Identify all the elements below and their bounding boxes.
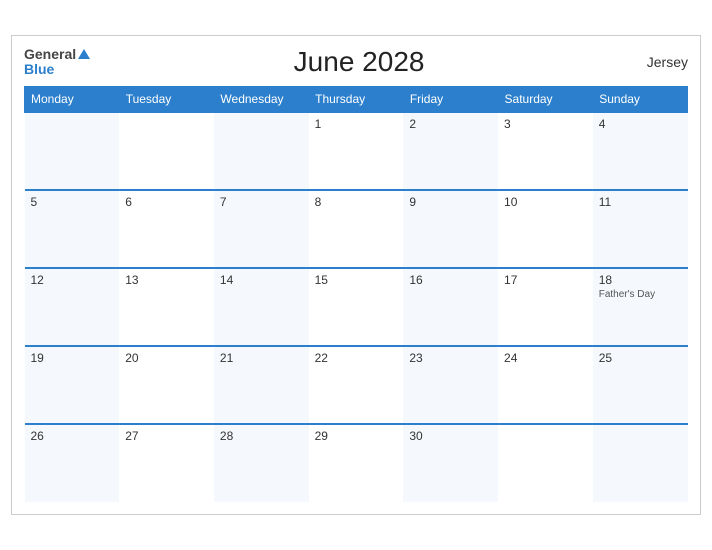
day-number: 3: [504, 117, 587, 131]
day-number: 9: [409, 195, 492, 209]
calendar-day-cell: 29: [309, 424, 404, 502]
calendar-day-cell: 2: [403, 112, 498, 190]
calendar-day-cell: 5: [25, 190, 120, 268]
calendar-header: General Blue June 2028 Jersey: [24, 46, 688, 78]
calendar-week-row: 12 13 14 15 16 17 18 Father's Day: [25, 268, 688, 346]
logo: General Blue: [24, 47, 90, 78]
logo-blue-text: Blue: [24, 61, 54, 77]
calendar-day-cell: [593, 424, 688, 502]
day-number: 12: [31, 273, 114, 287]
calendar-week-row: 26 27 28 29 30: [25, 424, 688, 502]
calendar-day-cell: 3: [498, 112, 593, 190]
day-number: 25: [599, 351, 682, 365]
weekday-header: Thursday: [309, 87, 404, 113]
calendar-day-cell: [498, 424, 593, 502]
day-number: 21: [220, 351, 303, 365]
calendar-title: June 2028: [90, 46, 628, 78]
calendar-day-cell: 20: [119, 346, 214, 424]
calendar-day-cell: 21: [214, 346, 309, 424]
day-number: 27: [125, 429, 208, 443]
day-event-label: Father's Day: [599, 289, 682, 300]
day-number: 11: [599, 195, 682, 209]
calendar-day-cell: 12: [25, 268, 120, 346]
day-number: 5: [31, 195, 114, 209]
calendar-day-cell: 22: [309, 346, 404, 424]
day-number: 2: [409, 117, 492, 131]
day-number: 1: [315, 117, 398, 131]
calendar-container: General Blue June 2028 Jersey MondayTues…: [11, 35, 701, 515]
calendar-day-cell: 4: [593, 112, 688, 190]
day-number: 20: [125, 351, 208, 365]
calendar-day-cell: 27: [119, 424, 214, 502]
calendar-day-cell: [119, 112, 214, 190]
day-number: 30: [409, 429, 492, 443]
calendar-day-cell: 13: [119, 268, 214, 346]
calendar-day-cell: 19: [25, 346, 120, 424]
day-number: 6: [125, 195, 208, 209]
calendar-day-cell: 10: [498, 190, 593, 268]
day-number: 7: [220, 195, 303, 209]
calendar-day-cell: 25: [593, 346, 688, 424]
calendar-day-cell: 1: [309, 112, 404, 190]
day-number: 15: [315, 273, 398, 287]
day-number: 10: [504, 195, 587, 209]
calendar-week-row: 56789 10 11: [25, 190, 688, 268]
logo-triangle-icon: [78, 49, 90, 59]
day-number: 28: [220, 429, 303, 443]
calendar-day-cell: 28: [214, 424, 309, 502]
calendar-day-cell: 16: [403, 268, 498, 346]
calendar-week-row: 1234: [25, 112, 688, 190]
calendar-day-cell: 15: [309, 268, 404, 346]
weekday-header: Friday: [403, 87, 498, 113]
day-number: 26: [31, 429, 114, 443]
calendar-day-cell: [214, 112, 309, 190]
weekday-header: Sunday: [593, 87, 688, 113]
day-number: 22: [315, 351, 398, 365]
weekday-header-row: MondayTuesdayWednesdayThursdayFridaySatu…: [25, 87, 688, 113]
day-number: 8: [315, 195, 398, 209]
calendar-grid: MondayTuesdayWednesdayThursdayFridaySatu…: [24, 86, 688, 502]
calendar-day-cell: [25, 112, 120, 190]
day-number: 19: [31, 351, 114, 365]
calendar-day-cell: 23: [403, 346, 498, 424]
day-number: 16: [409, 273, 492, 287]
calendar-week-row: 19 20 21 22 23 24 25: [25, 346, 688, 424]
calendar-locale: Jersey: [628, 54, 688, 70]
logo-general-text: General: [24, 47, 76, 62]
calendar-day-cell: 14: [214, 268, 309, 346]
calendar-day-cell: 6: [119, 190, 214, 268]
day-number: 14: [220, 273, 303, 287]
day-number: 17: [504, 273, 587, 287]
calendar-day-cell: 26: [25, 424, 120, 502]
calendar-day-cell: 30: [403, 424, 498, 502]
weekday-header: Tuesday: [119, 87, 214, 113]
day-number: 29: [315, 429, 398, 443]
calendar-day-cell: 11: [593, 190, 688, 268]
day-number: 23: [409, 351, 492, 365]
day-number: 13: [125, 273, 208, 287]
weekday-header: Wednesday: [214, 87, 309, 113]
calendar-day-cell: 7: [214, 190, 309, 268]
calendar-day-cell: 18 Father's Day: [593, 268, 688, 346]
day-number: 18: [599, 273, 682, 287]
day-number: 24: [504, 351, 587, 365]
weekday-header: Saturday: [498, 87, 593, 113]
calendar-day-cell: 24: [498, 346, 593, 424]
day-number: 4: [599, 117, 682, 131]
calendar-day-cell: 9: [403, 190, 498, 268]
calendar-day-cell: 17: [498, 268, 593, 346]
calendar-day-cell: 8: [309, 190, 404, 268]
weekday-header: Monday: [25, 87, 120, 113]
